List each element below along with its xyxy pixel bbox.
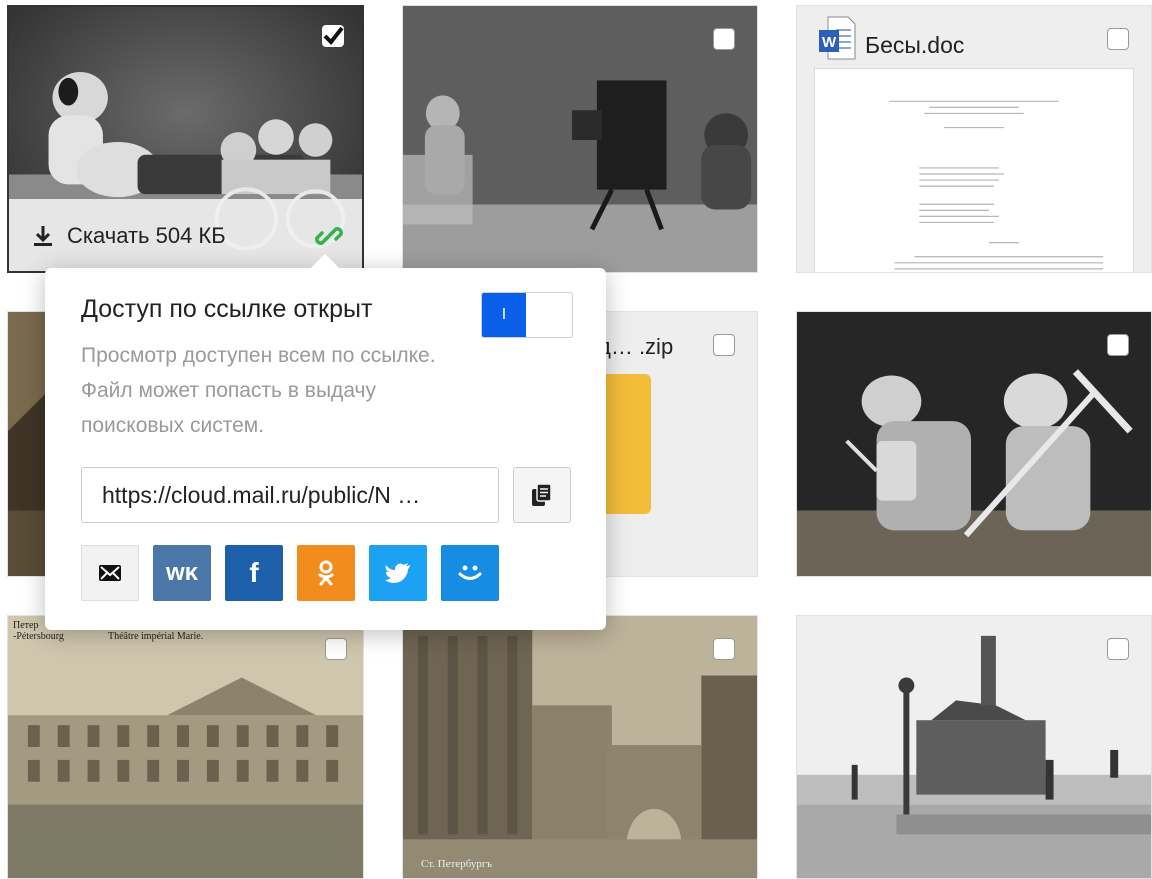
copy-icon xyxy=(532,483,552,506)
svg-text:W: W xyxy=(822,34,837,51)
photo-theatre-postcard xyxy=(8,616,363,878)
toggle-on-indicator: I xyxy=(482,293,526,337)
mymail-smile-icon xyxy=(458,565,482,580)
share-facebook-button[interactable]: f xyxy=(225,545,283,601)
download-bar: Скачать 504 КБ xyxy=(9,199,362,271)
public-url-field[interactable]: https://cloud.mail.ru/public/N … xyxy=(81,467,499,523)
facebook-icon: f xyxy=(249,557,259,588)
zip-filename: д… .zip xyxy=(598,334,674,359)
popup-title: Доступ по ссылке открыт xyxy=(81,295,373,323)
share-vk-button[interactable]: ᴡᴋ xyxy=(153,545,211,601)
copy-link-button[interactable] xyxy=(513,467,571,523)
public-link-toggle[interactable]: I xyxy=(481,292,573,338)
postcard-caption-title: Théâtre impérial Marie. xyxy=(108,631,204,642)
download-icon xyxy=(34,226,52,246)
twitter-icon xyxy=(385,563,410,583)
file-tile-theatre[interactable]: Петер -Pétersbourg Théâtre impérial Mari… xyxy=(7,615,364,879)
popup-description: Просмотр доступен всем по ссылке. Файл м… xyxy=(81,344,436,437)
doc-filename: Бесы.doc xyxy=(865,32,965,58)
vk-icon: ᴡᴋ xyxy=(165,559,199,586)
share-buttons-row: ᴡᴋ f xyxy=(81,545,499,601)
postcard-caption: Ст. Петербургъ xyxy=(421,858,493,870)
share-link-popup: Доступ по ссылке открыт I Просмотр досту… xyxy=(45,253,606,630)
doc-preview-page xyxy=(814,68,1134,272)
select-checkbox[interactable] xyxy=(1107,638,1129,660)
file-tile-street[interactable]: Ст. Петербургъ xyxy=(402,615,758,879)
share-odnoklassniki-button[interactable] xyxy=(297,545,355,601)
zip-archive-icon xyxy=(603,374,651,514)
ok-icon xyxy=(318,560,334,586)
link-icon[interactable] xyxy=(314,221,344,251)
share-mymail-button[interactable] xyxy=(441,545,499,601)
photo-street-postcard xyxy=(403,616,757,878)
mail-icon xyxy=(99,565,121,581)
file-tile-dog-cats[interactable]: Скачать 504 КБ xyxy=(7,5,364,273)
file-tile-sphinx[interactable] xyxy=(796,615,1152,879)
select-checkbox[interactable] xyxy=(713,28,735,50)
select-checkbox[interactable] xyxy=(325,638,347,660)
file-tile-cats-garden[interactable] xyxy=(796,311,1152,577)
word-doc-icon: W xyxy=(819,16,856,60)
file-tile-cats-camera[interactable] xyxy=(402,5,758,273)
download-label: Скачать 504 КБ xyxy=(67,223,226,248)
photo-cats-camera xyxy=(403,6,757,272)
select-checkbox-checked[interactable] xyxy=(322,25,344,47)
photo-sphinx-embankment xyxy=(797,616,1151,878)
doc-header: W Бесы.doc xyxy=(797,6,1151,66)
download-button[interactable]: Скачать 504 КБ xyxy=(33,221,226,251)
select-checkbox[interactable] xyxy=(1107,334,1129,356)
share-twitter-button[interactable] xyxy=(369,545,427,601)
select-checkbox[interactable] xyxy=(1107,28,1129,50)
select-checkbox[interactable] xyxy=(713,334,735,356)
share-email-button[interactable] xyxy=(81,545,139,601)
checkmark-icon xyxy=(323,26,344,46)
select-checkbox[interactable] xyxy=(713,638,735,660)
photo-cats-gardening xyxy=(797,312,1151,576)
file-tile-doc[interactable]: W Бесы.doc xyxy=(796,5,1152,273)
